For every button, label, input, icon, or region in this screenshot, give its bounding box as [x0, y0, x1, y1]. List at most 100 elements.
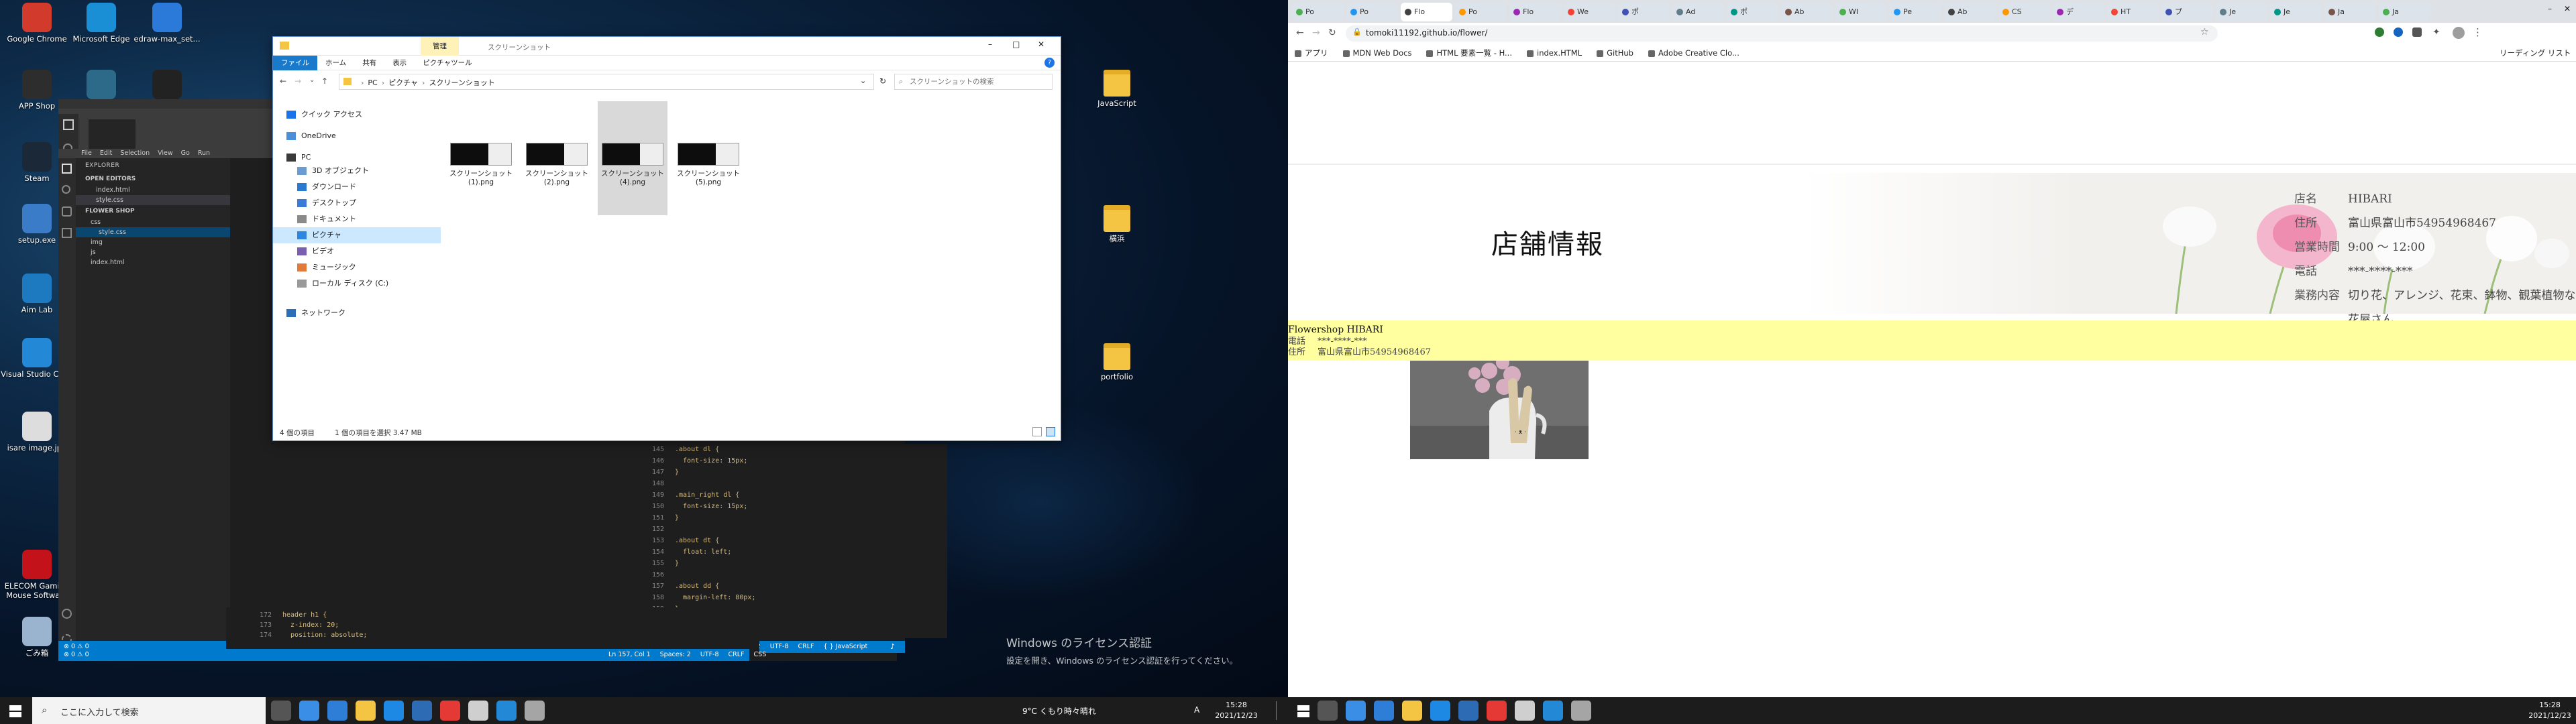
desktop-icon[interactable]: Google Chrome [0, 3, 74, 44]
taskbar-search[interactable]: ⌕ ここに入力して検索 [32, 697, 266, 724]
taskbar-app-icon[interactable] [299, 701, 319, 721]
file-item[interactable]: スクリーンショット (4).png [598, 101, 667, 215]
desktop-icon[interactable]: edraw-max_set... [130, 3, 204, 44]
extension-icon[interactable] [2375, 27, 2384, 37]
taskbar-app-icon[interactable] [1318, 701, 1338, 721]
desktop-folder[interactable]: JavaScript [1080, 70, 1154, 108]
taskbar-app-icon[interactable] [1402, 701, 1422, 721]
url-text[interactable]: tomoki11192.github.io/flower/ [1366, 28, 1487, 38]
menu-item[interactable]: Selection [120, 149, 150, 157]
file-item[interactable]: スクリーンショット (5).png [674, 101, 743, 215]
files-icon[interactable] [62, 164, 72, 174]
taskbar-app-icon[interactable] [1430, 701, 1450, 721]
file-item[interactable]: スクリーンショット (1).png [446, 101, 516, 215]
details-view-icon[interactable] [1032, 427, 1042, 436]
search-icon[interactable] [62, 185, 70, 194]
ribbon-tab[interactable]: ピクチャツール [415, 56, 480, 70]
account-icon[interactable] [62, 609, 72, 619]
nav-item[interactable]: OneDrive [273, 128, 441, 144]
open-file[interactable]: index.html [76, 185, 230, 195]
menu-icon[interactable]: ⋮ [2473, 26, 2483, 38]
tree-item[interactable]: index.html [76, 257, 230, 267]
close-icon[interactable]: ✕ [1038, 40, 1044, 49]
taskbar-app-icon[interactable] [1346, 701, 1366, 721]
browser-tab[interactable]: ポ [1727, 3, 1778, 21]
taskbar-app-icon[interactable] [271, 701, 291, 721]
menu-item[interactable]: Go [181, 149, 190, 157]
nav-item[interactable]: 3D オブジェクト [273, 163, 441, 179]
breadcrumb-item[interactable]: ピクチャ [388, 78, 418, 87]
taskbar-app-icon[interactable] [1487, 701, 1507, 721]
clock-left[interactable]: 15:28 2021/12/23 [1212, 700, 1261, 721]
back-arrow-icon[interactable]: ← [280, 76, 286, 86]
manage-tab[interactable]: 管理 [421, 37, 459, 56]
tree-item[interactable]: img [76, 237, 230, 247]
open-editors-header[interactable]: OPEN EDITORS [76, 173, 230, 185]
taskbar-app-icon[interactable] [327, 701, 347, 721]
nav-item[interactable]: ミュージック [273, 259, 441, 276]
taskbar-app-icon[interactable] [384, 701, 404, 721]
reload-icon[interactable]: ↻ [1328, 27, 1336, 38]
browser-tab[interactable]: Ab [1944, 3, 1996, 21]
extensions-icon[interactable] [62, 228, 72, 238]
open-file[interactable]: style.css [76, 195, 230, 205]
browser-tab[interactable]: HT [2107, 3, 2159, 21]
taskbar-app-icon[interactable] [1458, 701, 1479, 721]
nav-item[interactable]: デスクトップ [273, 195, 441, 211]
status-item[interactable]: Spaces: 2 [660, 651, 691, 658]
status-item[interactable]: UTF-8 [700, 651, 719, 658]
maximize-icon[interactable]: □ [1012, 40, 1020, 49]
refresh-icon[interactable]: ↻ [879, 76, 886, 86]
nav-item[interactable]: ネットワーク [273, 305, 441, 321]
back-icon[interactable]: ← [1296, 27, 1304, 38]
extensions-puzzle-icon[interactable]: ✦ [2432, 27, 2440, 38]
browser-tab[interactable]: WI [1835, 3, 1887, 21]
desktop-folder[interactable]: portfolio [1080, 343, 1154, 381]
nav-item[interactable]: ピクチャ [273, 227, 441, 243]
browser-tab[interactable]: Po [1292, 3, 1344, 21]
status-item[interactable]: Ln 157, Col 1 [608, 651, 651, 658]
minimize-icon[interactable]: – [2548, 4, 2552, 13]
history-chevron-icon[interactable]: ⌄ [309, 76, 315, 84]
desktop-folder[interactable]: 横浜 [1080, 205, 1154, 243]
taskbar-app-icon[interactable] [412, 701, 432, 721]
menu-item[interactable]: Run [198, 149, 210, 157]
tree-item[interactable]: style.css [76, 227, 230, 237]
lower-problems-count[interactable]: ⊗ 0 ⚠ 0 [64, 649, 89, 661]
bookmark[interactable]: アプリ [1295, 46, 1328, 60]
nav-item[interactable]: ローカル ディスク (C:) [273, 276, 441, 292]
browser-tab[interactable]: We [1564, 3, 1615, 21]
address-dropdown-icon[interactable]: ⌄ [860, 76, 866, 85]
address-bar[interactable]: › PC › ピクチャ › スクリーンショット ⌄ [339, 74, 874, 90]
bell-icon[interactable]: ♪ [890, 641, 895, 653]
browser-tab[interactable]: Ja [2324, 3, 2376, 21]
breadcrumb-item[interactable]: スクリーンショット [429, 78, 494, 87]
tree-item[interactable]: css [76, 217, 230, 227]
lock-icon[interactable]: 🔒 [1352, 27, 1362, 36]
lower-code[interactable]: 172 header h1 {173 z-index: 20; 174 positi… [260, 610, 622, 650]
taskbar-app-icon[interactable] [1571, 701, 1591, 721]
browser-tab[interactable]: ポ [1618, 3, 1670, 21]
browser-tab[interactable]: Po [1346, 3, 1398, 21]
clock-right[interactable]: 15:28 2021/12/23 [2525, 700, 2575, 721]
menu-item[interactable]: File [81, 149, 92, 157]
bookmark[interactable]: Adobe Creative Clo... [1648, 46, 1739, 60]
bookmark-star-icon[interactable]: ☆ [2200, 27, 2209, 38]
minimize-icon[interactable]: – [988, 40, 992, 49]
status-item[interactable]: CSS [754, 651, 767, 658]
extension-icon[interactable] [2412, 27, 2422, 37]
taskbar-app-icon[interactable] [1374, 701, 1394, 721]
avatar[interactable] [2453, 27, 2465, 39]
explorer-search-input[interactable] [910, 76, 1044, 88]
reading-list-link[interactable]: リーディング リスト [2500, 46, 2571, 60]
start-icon[interactable] [1297, 705, 1309, 717]
tree-item[interactable]: js [76, 247, 230, 257]
bookmark[interactable]: HTML 要素一覧 - H... [1426, 46, 1512, 60]
browser-tab[interactable]: Flo [1509, 3, 1561, 21]
taskbar-app-icon[interactable] [525, 701, 545, 721]
browser-tab[interactable]: Po [1455, 3, 1507, 21]
bookmark[interactable]: index.HTML [1527, 46, 1582, 60]
nav-item[interactable]: ダウンロード [273, 179, 441, 195]
ribbon-tab[interactable]: ファイル [273, 56, 317, 70]
browser-tab[interactable]: Ja [2379, 3, 2430, 21]
